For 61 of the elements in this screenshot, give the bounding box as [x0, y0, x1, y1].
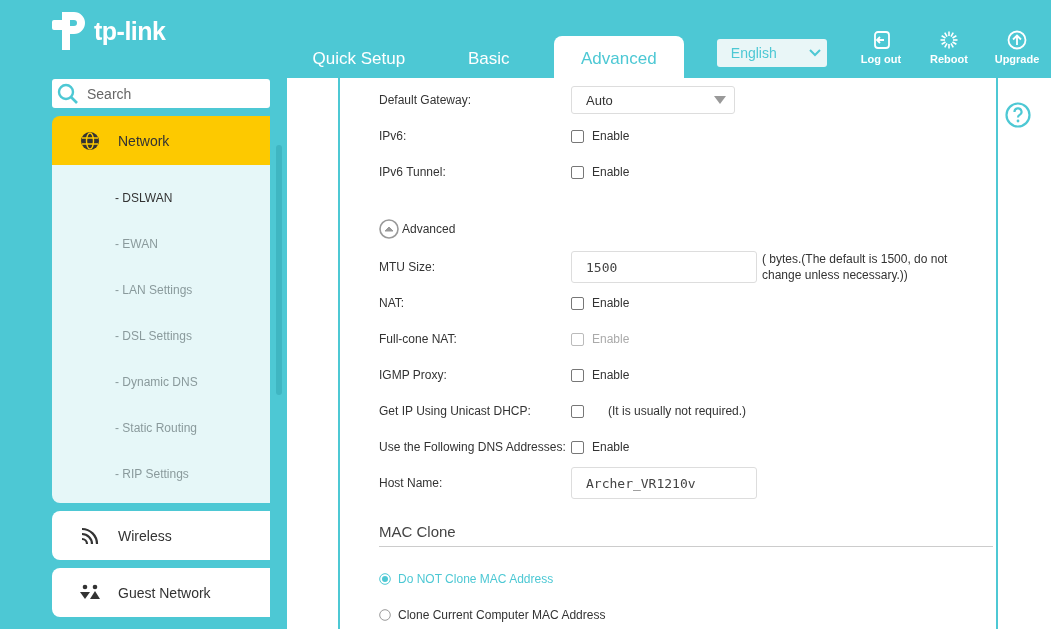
- checkbox-label: Enable: [592, 440, 630, 454]
- checkbox-label: Enable: [592, 129, 630, 143]
- radio-label[interactable]: Clone Current Computer MAC Address: [398, 608, 606, 622]
- logo-text: tp-link: [94, 16, 166, 46]
- spinner-icon: [939, 30, 959, 50]
- field-label: Full-cone NAT:: [379, 332, 458, 346]
- field-label: Get IP Using Unicast DHCP:: [379, 404, 532, 418]
- checkbox-label: Enable: [592, 165, 630, 179]
- checkbox[interactable]: [571, 129, 584, 143]
- chevron-up-circle-icon[interactable]: [379, 219, 399, 239]
- radio-label[interactable]: Do NOT Clone MAC Address: [398, 572, 554, 586]
- checkbox[interactable]: [571, 368, 584, 382]
- nav-tab[interactable]: Advanced: [553, 36, 684, 78]
- submenu-item[interactable]: - DSL Settings: [115, 329, 192, 343]
- nav-tab[interactable]: Quick Setup: [293, 36, 424, 78]
- caret-down-icon: [714, 96, 726, 104]
- checkbox-label: Enable: [592, 296, 630, 310]
- arrow-up-circle-icon: [1007, 30, 1027, 50]
- advanced-toggle[interactable]: Advanced: [402, 222, 456, 236]
- checkbox[interactable]: [571, 440, 584, 454]
- language-dropdown[interactable]: English: [716, 39, 827, 67]
- field-label: MTU Size:: [379, 260, 436, 274]
- radio-button[interactable]: [379, 609, 391, 621]
- checkbox[interactable]: [571, 165, 584, 179]
- field-label: Default Gateway:: [379, 93, 473, 107]
- exit-icon: [871, 30, 891, 50]
- hint-text: ( bytes.(The default is 1500, do not change unless necessary.)): [762, 251, 949, 283]
- submenu-item[interactable]: - Dynamic DNS: [115, 375, 198, 389]
- submenu-item[interactable]: - EWAN: [115, 237, 158, 251]
- nav-tab[interactable]: Basic: [423, 36, 554, 78]
- sidebar-item[interactable]: Guest Network: [52, 568, 270, 617]
- submenu-item[interactable]: - Static Routing: [115, 421, 198, 435]
- upgrade-button[interactable]: Upgrade: [983, 30, 1051, 65]
- submenu-item[interactable]: - DSLWAN: [115, 191, 173, 205]
- hint-text: (It is usually not required.): [608, 404, 747, 418]
- gateway-dropdown[interactable]: Auto: [571, 86, 735, 114]
- search-icon: [57, 83, 79, 105]
- checkbox-label: Enable: [592, 332, 630, 346]
- sidebar-item[interactable]: Wireless: [52, 511, 270, 560]
- checkbox[interactable]: [571, 404, 584, 418]
- logout-button[interactable]: Log out: [847, 30, 915, 65]
- checkbox[interactable]: [571, 296, 584, 310]
- radio-button[interactable]: [379, 573, 391, 585]
- field-label: NAT:: [379, 296, 406, 310]
- wifi-icon: [80, 525, 100, 546]
- reboot-button[interactable]: Reboot: [915, 30, 983, 65]
- submenu-item[interactable]: - LAN Settings: [115, 283, 193, 297]
- field-label: IPv6:: [379, 129, 408, 143]
- section-title: MAC Clone: [379, 501, 993, 547]
- checkbox-label: Enable: [592, 368, 630, 382]
- chevron-down-icon: [809, 49, 821, 57]
- globe-icon: [80, 130, 100, 151]
- field-label: IPv6 Tunnel:: [379, 165, 447, 179]
- sidebar-item[interactable]: Network: [52, 116, 270, 165]
- submenu-item[interactable]: - RIP Settings: [115, 467, 189, 481]
- field-label: Host Name:: [379, 476, 444, 490]
- input-field[interactable]: 1500: [571, 251, 757, 283]
- field-label: Use the Following DNS Addresses:: [379, 440, 567, 454]
- search-field[interactable]: Search: [52, 79, 270, 108]
- input-field[interactable]: Archer_VR1210v: [571, 467, 757, 499]
- field-label: IGMP Proxy:: [379, 368, 448, 382]
